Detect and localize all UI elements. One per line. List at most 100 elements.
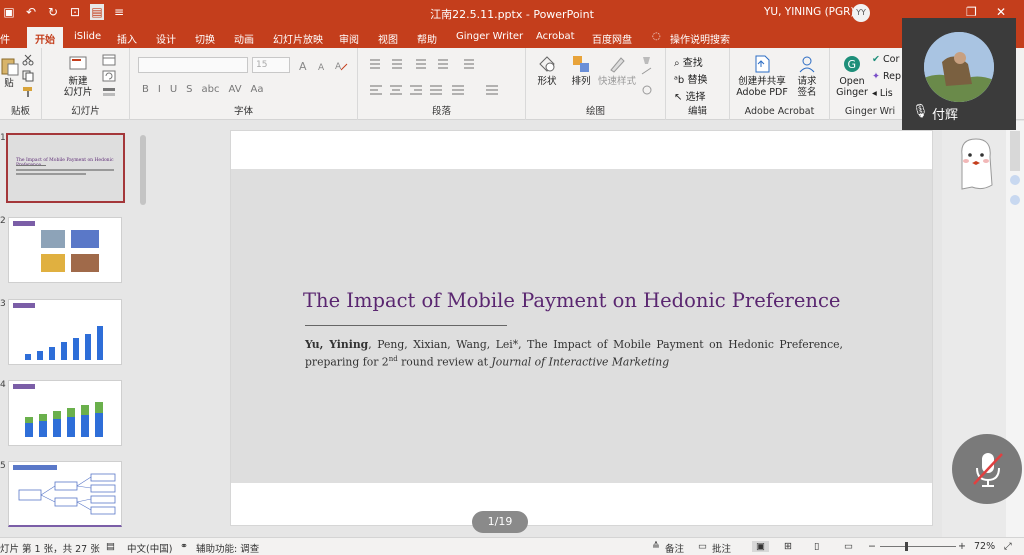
tab-transitions[interactable]: 切换 [195, 31, 215, 46]
ginger-correct-button[interactable]: ✔ Cor [872, 54, 899, 65]
svg-text:A: A [318, 63, 325, 72]
window-title: 江南22.5.11.pptx - PowerPoint [430, 8, 594, 21]
tab-acrobat[interactable]: Acrobat [536, 31, 575, 42]
paragraph-tools-icon[interactable] [366, 56, 516, 104]
group-label-font: 字体 [233, 106, 253, 117]
group-slides: 新建 幻灯片 幻灯片 [42, 48, 130, 120]
italic-button[interactable]: I [158, 84, 161, 95]
slide-thumbnail-3[interactable] [8, 299, 122, 365]
format-painter-icon[interactable] [22, 86, 34, 98]
thumb-number: 4 [0, 380, 6, 390]
request-signature-button[interactable]: 请求 签名 [792, 54, 822, 98]
ginger-icon: G [844, 56, 860, 72]
slide-canvas[interactable]: The Impact of Mobile Payment on Hedonic … [230, 130, 933, 526]
bold-button[interactable]: B [142, 84, 149, 95]
select-button[interactable]: ↖ 选择 [674, 88, 706, 103]
reset-icon[interactable] [102, 70, 116, 82]
new-slide-button[interactable]: 新建 幻灯片 [56, 54, 100, 98]
font-size-input[interactable]: 15 [252, 57, 290, 73]
tab-design[interactable]: 设计 [156, 31, 176, 46]
character-spacing-button[interactable]: AV [229, 84, 242, 95]
copy-icon[interactable] [22, 70, 34, 82]
slide-sorter-icon[interactable]: ⊞ [784, 541, 792, 552]
cut-icon[interactable] [22, 54, 34, 66]
tab-view[interactable]: 视图 [378, 31, 398, 46]
slide-thumbnail-1[interactable]: The Impact of Mobile Payment on Hedonic … [6, 133, 125, 203]
font-name-input[interactable] [138, 57, 248, 73]
ginger-listen-button[interactable]: ◂ Lis [872, 88, 893, 99]
avatar[interactable]: YY [852, 4, 870, 22]
mute-button[interactable] [952, 434, 1022, 504]
zoom-out-icon[interactable]: − [868, 541, 876, 552]
quick-styles-button[interactable]: 快速样式 [596, 54, 638, 87]
spell-check-icon[interactable]: ▤ [106, 541, 115, 552]
signature-icon [799, 56, 815, 73]
ginger-rephrase-button[interactable]: ✦ Rep [872, 71, 901, 82]
new-slide-label-2: 幻灯片 [63, 87, 93, 98]
notes-button[interactable]: 备注 [665, 541, 684, 555]
zoom-in-icon[interactable]: + [958, 541, 966, 552]
pdf-icon [755, 55, 770, 73]
svg-text:A: A [299, 60, 307, 72]
paste-button[interactable]: 贴 [0, 56, 19, 89]
shape-fill-outline-icon[interactable] [640, 54, 654, 100]
zoom-level[interactable]: 72% [974, 541, 995, 552]
arrange-button[interactable]: 排列 [564, 54, 598, 87]
strikethrough-button[interactable]: abc [202, 84, 220, 95]
reading-view-icon[interactable]: ▯ [814, 541, 819, 552]
find-button[interactable]: ⌕ 查找 [674, 54, 703, 69]
close-window-icon[interactable]: ✕ [996, 5, 1006, 19]
tab-home[interactable]: 开始 [27, 27, 63, 48]
language-status[interactable]: 中文(中国) [127, 541, 172, 555]
shapes-label: 形状 [537, 76, 557, 87]
user-name[interactable]: YU, YINING (PGR) [764, 6, 855, 18]
ref-authors-bold: Yu, Yining [305, 338, 369, 351]
slide-reference-text[interactable]: Yu, Yining, Peng, Xixian, Wang, Lei*, Th… [305, 337, 843, 370]
tab-ginger-writer[interactable]: Ginger Writer [456, 31, 523, 42]
slideshow-view-icon[interactable]: ▭ [844, 541, 853, 552]
shapes-icon [539, 56, 555, 72]
tab-file[interactable]: 件 [0, 31, 10, 46]
zoom-slider[interactable] [880, 546, 956, 547]
tell-me-search[interactable]: 操作说明搜索 [670, 31, 730, 46]
accessibility-status[interactable]: 辅助功能: 调查 [196, 541, 259, 555]
decrease-font-icon[interactable]: A [316, 58, 330, 72]
tab-baidu-netdisk[interactable]: 百度网盘 [592, 31, 632, 46]
thumbnails-scrollbar[interactable] [138, 123, 148, 535]
change-case-button[interactable]: Aa [251, 84, 264, 95]
create-pdf-button[interactable]: 创建并共享 Adobe PDF [736, 54, 788, 98]
restore-window-icon[interactable]: ❐ [966, 5, 977, 19]
thumb-number: 2 [0, 216, 6, 226]
group-label-drawing: 绘图 [585, 106, 605, 117]
accessibility-icon: ⚭ [180, 541, 188, 552]
slide-thumbnail-5[interactable] [8, 461, 122, 527]
tab-animations[interactable]: 动画 [234, 31, 254, 46]
increase-font-icon[interactable]: A [298, 58, 312, 72]
underline-button[interactable]: U [170, 84, 177, 95]
ribbon-tabs: 件 开始 iSlide 插入 设计 切换 动画 幻灯片放映 审阅 视图 帮助 G… [0, 26, 1024, 48]
slide-title[interactable]: The Impact of Mobile Payment on Hedonic … [303, 289, 840, 312]
thumb-number: 5 [0, 461, 6, 471]
replace-icon: ᵃb [674, 75, 688, 86]
zoom-slider-thumb[interactable] [905, 542, 908, 551]
comments-button[interactable]: 批注 [712, 541, 731, 555]
tab-insert[interactable]: 插入 [117, 31, 137, 46]
video-participant-tile[interactable]: 🎙 付辉 [902, 18, 1016, 130]
section-icon[interactable] [102, 86, 116, 98]
replace-button[interactable]: ᵃb 替换 [674, 71, 707, 86]
slide-thumbnail-4[interactable] [8, 380, 122, 446]
tab-review[interactable]: 审阅 [339, 31, 359, 46]
tab-slideshow[interactable]: 幻灯片放映 [273, 31, 323, 46]
slide-thumbnail-2[interactable] [8, 217, 122, 283]
tab-help[interactable]: 帮助 [417, 31, 437, 46]
fit-to-window-icon[interactable]: ⤢ [1004, 541, 1012, 552]
shadow-button[interactable]: S [186, 84, 192, 95]
clear-formatting-icon[interactable]: A [334, 58, 348, 72]
layout-icon[interactable] [102, 54, 116, 66]
group-label-slides: 幻灯片 [71, 106, 100, 117]
paste-icon [1, 58, 19, 76]
shapes-button[interactable]: 形状 [530, 54, 564, 87]
tab-islide[interactable]: iSlide [74, 31, 101, 42]
normal-view-icon[interactable]: ▣ [752, 541, 769, 552]
open-ginger-button[interactable]: G Open Ginger [834, 54, 870, 98]
